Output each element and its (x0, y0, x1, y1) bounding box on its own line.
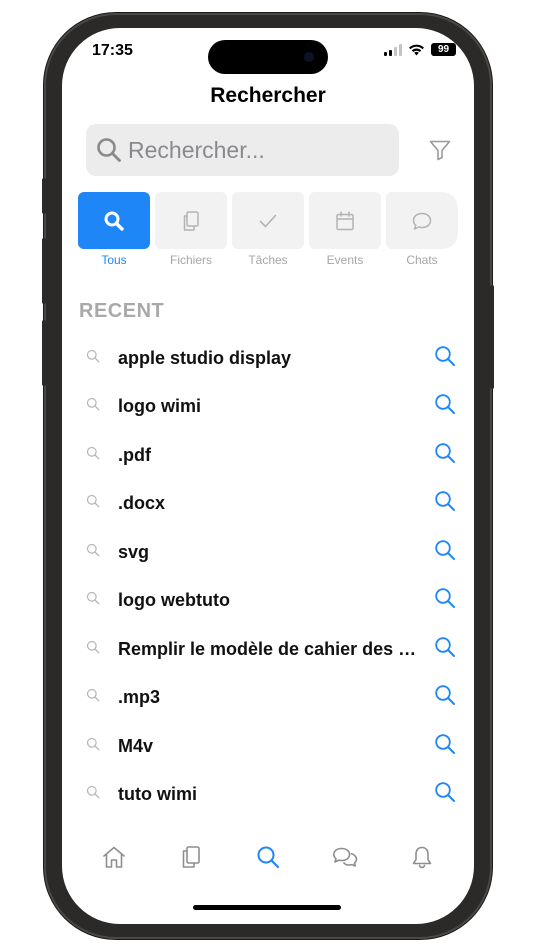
recent-search-term: Remplir le modèle de cahier des ch... (118, 638, 424, 659)
nav-chats[interactable] (325, 842, 365, 872)
search-icon (257, 846, 280, 869)
calendar-icon (336, 210, 354, 230)
recent-search-item[interactable]: M4v (62, 722, 474, 771)
status-time: 17:35 (92, 42, 133, 59)
tab-events-box (309, 192, 381, 249)
recent-search-term: M4v (118, 735, 154, 756)
tab-label: Tâches (248, 253, 288, 267)
tab-label: Tous (101, 253, 127, 267)
dynamic-island (208, 40, 328, 74)
recent-search-item[interactable]: svg (62, 528, 474, 577)
status-icons: 99 (384, 43, 456, 56)
history-search-icon (86, 543, 100, 562)
nav-files[interactable] (171, 842, 211, 872)
recent-search-item[interactable]: .pdf (62, 431, 474, 480)
tab-fichiers-box (155, 192, 227, 249)
run-search-icon[interactable] (434, 781, 456, 808)
recent-search-item[interactable]: apple studio display (62, 334, 474, 383)
recent-search-item[interactable]: tuto wimi (62, 771, 474, 820)
power-button (490, 285, 494, 389)
recent-search-term: logo wimi (118, 396, 201, 417)
page-title: Rechercher (210, 84, 326, 107)
recent-search-term: apple studio display (118, 347, 292, 368)
recent-heading: RECENT (79, 300, 165, 322)
action-button (42, 178, 46, 214)
history-search-icon (86, 785, 100, 804)
battery-indicator: 99 (431, 43, 456, 56)
search-icon (104, 211, 124, 231)
history-search-icon (86, 640, 100, 659)
history-search-icon (86, 591, 100, 610)
run-search-icon[interactable] (434, 684, 456, 711)
search-category-tabs: Tous Fichiers Tâches Events Chats (78, 192, 458, 267)
tab-chats-box (386, 192, 458, 249)
run-search-icon[interactable] (434, 733, 456, 760)
recent-search-item[interactable]: .mp3 (62, 674, 474, 723)
history-search-icon (86, 737, 100, 756)
recent-search-item[interactable]: logo webtuto (62, 577, 474, 626)
search-bar[interactable] (86, 124, 399, 176)
history-search-icon (86, 397, 100, 416)
wifi-icon (409, 44, 424, 56)
history-search-icon (86, 446, 100, 465)
run-search-icon[interactable] (434, 345, 456, 372)
search-input[interactable] (128, 136, 378, 164)
history-search-icon (86, 688, 100, 707)
recent-search-term: .pdf (118, 444, 151, 465)
recent-search-term: tuto wimi (118, 784, 197, 805)
tab-fichiers[interactable]: Fichiers (155, 192, 227, 267)
nav-home[interactable] (94, 842, 134, 872)
tab-tous-box (78, 192, 150, 249)
tab-taches-box (232, 192, 304, 249)
run-search-icon[interactable] (434, 393, 456, 420)
home-icon (103, 846, 126, 868)
recent-search-list: apple studio display logo wimi .pdf .docx sv… (62, 334, 474, 819)
run-search-icon[interactable] (434, 539, 456, 566)
tab-label: Events (326, 253, 364, 267)
tab-taches[interactable]: Tâches (232, 192, 304, 267)
run-search-icon[interactable] (434, 442, 456, 469)
run-search-icon[interactable] (434, 587, 456, 614)
tab-label: Fichiers (169, 253, 212, 267)
tab-label: Chats (406, 253, 438, 267)
filter-button[interactable] (428, 138, 452, 162)
files-icon (182, 846, 200, 868)
history-search-icon (86, 494, 100, 513)
recent-search-term: svg (118, 541, 150, 562)
bell-icon (412, 846, 431, 869)
volume-up-button (42, 238, 46, 304)
recent-search-item[interactable]: logo wimi (62, 383, 474, 432)
home-indicator (193, 905, 341, 910)
recent-search-term: logo webtuto (118, 590, 230, 611)
recent-search-item[interactable]: Remplir le modèle de cahier des ch... (62, 625, 474, 674)
tab-chats[interactable]: Chats (386, 192, 458, 267)
recent-search-item[interactable]: .docx (62, 480, 474, 529)
check-icon (259, 214, 277, 227)
files-icon (183, 210, 199, 231)
volume-down-button (42, 320, 46, 386)
run-search-icon[interactable] (434, 636, 456, 663)
camera-icon (304, 52, 314, 62)
tab-events[interactable]: Events (309, 192, 381, 267)
filter-icon (429, 140, 451, 161)
tab-tous[interactable]: Tous (78, 192, 150, 267)
recent-search-term: .docx (118, 493, 166, 514)
search-icon (97, 138, 121, 162)
cellular-signal-icon (384, 43, 402, 56)
nav-notifications[interactable] (402, 842, 442, 872)
screen: 17:35 99 Rechercher Rechercher... Tous F… (62, 28, 474, 924)
chat-bubble-icon (412, 212, 432, 230)
history-search-icon (86, 349, 100, 368)
bottom-nav (62, 842, 474, 872)
nav-search[interactable] (248, 842, 288, 872)
run-search-icon[interactable] (434, 490, 456, 517)
chat-bubbles-icon (332, 847, 358, 867)
recent-search-term: .mp3 (118, 687, 161, 708)
